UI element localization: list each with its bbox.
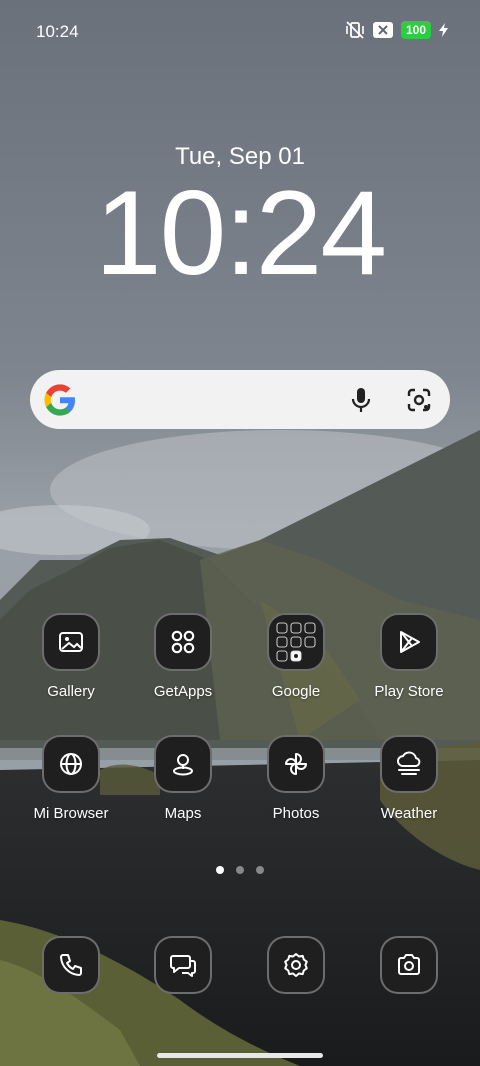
pinwheel-icon: [267, 735, 325, 793]
app-label: Maps: [164, 805, 202, 822]
app-gallery[interactable]: Gallery: [16, 613, 126, 700]
app-google-folder[interactable]: Google: [241, 613, 351, 700]
gallery-icon: [42, 613, 100, 671]
microphone-icon[interactable]: [346, 385, 376, 415]
app-label: Gallery: [47, 683, 95, 700]
app-label: GetApps: [153, 683, 213, 700]
folder-icon: [267, 613, 325, 671]
app-weather[interactable]: Weather: [354, 735, 464, 822]
play-store-icon: [380, 613, 438, 671]
app-maps[interactable]: Maps: [128, 735, 238, 822]
app-getapps[interactable]: GetApps: [128, 613, 238, 700]
dock-settings[interactable]: [241, 936, 351, 994]
page-dot: [236, 866, 244, 874]
camera-icon: [380, 936, 438, 994]
settings-icon: [267, 936, 325, 994]
app-label: Weather: [380, 805, 438, 822]
status-bar: 10:24 100: [0, 0, 480, 62]
dock-camera[interactable]: [354, 936, 464, 994]
app-play-store[interactable]: Play Store: [354, 613, 464, 700]
app-label: Mi Browser: [33, 805, 109, 822]
notification-x-icon: [372, 22, 393, 38]
app-label: Photos: [272, 805, 320, 822]
page-dot-active: [216, 866, 224, 874]
dock-messages[interactable]: [128, 936, 238, 994]
google-search-bar[interactable]: [30, 370, 450, 429]
messages-icon: [154, 936, 212, 994]
app-label: Play Store: [374, 683, 444, 700]
battery-level: 100: [400, 21, 431, 39]
charging-icon: [439, 23, 448, 37]
lockscreen-clock: 10:24: [94, 166, 387, 300]
google-lens-icon[interactable]: [404, 385, 434, 415]
page-indicator: [0, 866, 480, 874]
map-pin-icon: [154, 735, 212, 793]
app-photos[interactable]: Photos: [241, 735, 351, 822]
globe-icon: [42, 735, 100, 793]
dock-phone[interactable]: [16, 936, 126, 994]
google-g-icon: [44, 384, 75, 416]
status-time: 10:24: [36, 22, 79, 41]
phone-icon: [42, 936, 100, 994]
app-mi-browser[interactable]: Mi Browser: [16, 735, 126, 822]
four-circles-icon: [154, 613, 212, 671]
gesture-nav-bar[interactable]: [157, 1053, 323, 1058]
page-dot: [256, 866, 264, 874]
vibrate-off-icon: [346, 21, 364, 39]
app-label: Google: [271, 683, 321, 700]
cloud-fog-icon: [380, 735, 438, 793]
